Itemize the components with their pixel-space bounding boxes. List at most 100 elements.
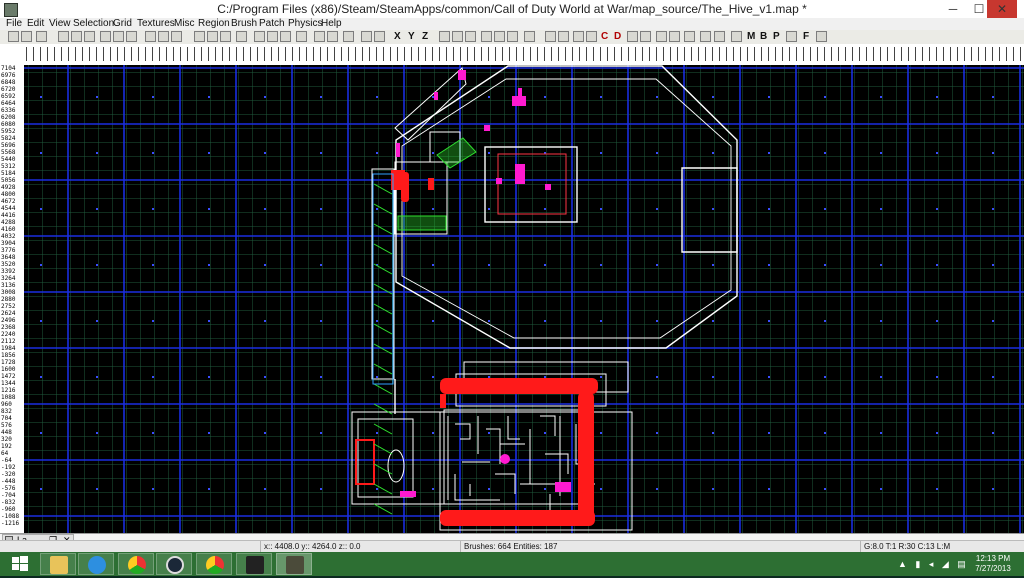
grid-dot bbox=[600, 264, 602, 266]
flip-x-icon[interactable] bbox=[58, 31, 69, 42]
filter-d-button[interactable]: D bbox=[614, 30, 621, 44]
patch-tool-6-icon[interactable] bbox=[507, 31, 518, 42]
ruler-label: 2112 bbox=[1, 338, 16, 345]
filter-4-icon[interactable] bbox=[640, 31, 651, 42]
csg-merge-icon[interactable] bbox=[220, 31, 231, 42]
link-icon[interactable] bbox=[700, 31, 711, 42]
mode-f-button[interactable]: F bbox=[803, 30, 809, 44]
patch-insert-icon[interactable] bbox=[374, 31, 385, 42]
menu-textures[interactable]: Textures bbox=[137, 18, 175, 30]
grid-dot bbox=[544, 96, 546, 98]
ruler-tick bbox=[222, 47, 223, 61]
texture-scale-icon[interactable] bbox=[280, 31, 291, 42]
mode-p-button[interactable]: P bbox=[773, 30, 780, 44]
patch-bend-icon[interactable] bbox=[361, 31, 372, 42]
camera-icon[interactable] bbox=[314, 31, 325, 42]
file-save-icon[interactable] bbox=[36, 31, 47, 42]
texture-window-icon[interactable] bbox=[731, 31, 742, 42]
lock-icon[interactable] bbox=[714, 31, 725, 42]
texture-fit-icon[interactable] bbox=[254, 31, 265, 42]
patch-tool-7-icon[interactable] bbox=[524, 31, 535, 42]
view-z-button[interactable]: Z bbox=[422, 30, 428, 44]
layer-icon[interactable] bbox=[558, 31, 569, 42]
menu-brush[interactable]: Brush bbox=[231, 18, 257, 30]
taskbar: ▲ ▮ ◂ ◢ ▤ 12:13 PM 7/27/2013 bbox=[0, 552, 1024, 576]
ruler-tick bbox=[845, 47, 846, 61]
menu-view[interactable]: View bbox=[49, 18, 71, 30]
patch-tool-2-icon[interactable] bbox=[452, 31, 463, 42]
csg-subtract-icon[interactable] bbox=[194, 31, 205, 42]
ruler-tick bbox=[348, 47, 349, 61]
menu-help[interactable]: Help bbox=[321, 18, 342, 30]
filter-3-icon[interactable] bbox=[627, 31, 638, 42]
patch-tool-3-icon[interactable] bbox=[465, 31, 476, 42]
rotate-z-icon[interactable] bbox=[126, 31, 137, 42]
texture-lock-icon[interactable] bbox=[267, 31, 278, 42]
chrome-icon[interactable] bbox=[118, 553, 154, 575]
arrow-up-icon[interactable] bbox=[669, 31, 680, 42]
filter-2-icon[interactable] bbox=[586, 31, 597, 42]
menu-patch[interactable]: Patch bbox=[259, 18, 285, 30]
view-y-button[interactable]: Y bbox=[408, 30, 415, 44]
filter-1-icon[interactable] bbox=[573, 31, 584, 42]
view-x-button[interactable]: X bbox=[394, 30, 401, 44]
grid-dot bbox=[936, 264, 938, 266]
file-explorer-icon[interactable] bbox=[40, 553, 76, 575]
internet-explorer-icon[interactable] bbox=[78, 553, 114, 575]
view-change-icon[interactable] bbox=[343, 31, 354, 42]
close-button[interactable]: ✕ bbox=[987, 0, 1017, 18]
menu-misc[interactable]: Misc bbox=[174, 18, 195, 30]
title-bar: C:/Program Files (x86)/Steam/SteamApps/c… bbox=[0, 0, 1024, 19]
ruler-tick bbox=[964, 47, 965, 61]
cubic-clip-icon[interactable] bbox=[327, 31, 338, 42]
menu-region[interactable]: Region bbox=[198, 18, 230, 30]
mode-b-button[interactable]: B bbox=[760, 30, 767, 44]
rocket-icon[interactable] bbox=[236, 553, 272, 575]
map-grid[interactable] bbox=[0, 44, 1024, 533]
file-new-icon[interactable] bbox=[8, 31, 19, 42]
grid-dot bbox=[992, 432, 994, 434]
grid-dot bbox=[376, 432, 378, 434]
chrome-window-icon[interactable] bbox=[196, 553, 232, 575]
terrain-icon[interactable] bbox=[816, 31, 827, 42]
flip-z-icon[interactable] bbox=[84, 31, 95, 42]
windows-start-icon[interactable] bbox=[2, 553, 38, 575]
steam-icon[interactable] bbox=[156, 553, 192, 575]
filter-c-button[interactable]: C bbox=[601, 30, 608, 44]
entity-icon[interactable] bbox=[296, 31, 307, 42]
menu-physics[interactable]: Physics bbox=[288, 18, 322, 30]
mode-m-button[interactable]: M bbox=[747, 30, 755, 44]
rotate-y-icon[interactable] bbox=[113, 31, 124, 42]
menu-grid[interactable]: Grid bbox=[113, 18, 132, 30]
flip-y-icon[interactable] bbox=[71, 31, 82, 42]
clock[interactable]: 12:13 PM 7/27/2013 bbox=[964, 554, 1022, 574]
clipper-icon[interactable] bbox=[236, 31, 247, 42]
ruler-label: 2752 bbox=[1, 303, 16, 310]
patch-tool-1-icon[interactable] bbox=[439, 31, 450, 42]
rotate-x-icon[interactable] bbox=[100, 31, 111, 42]
menu-edit[interactable]: Edit bbox=[27, 18, 44, 30]
select-inside-icon[interactable] bbox=[171, 31, 182, 42]
grid-dot bbox=[600, 96, 602, 98]
select-complete-icon[interactable] bbox=[145, 31, 156, 42]
arrow-down-icon[interactable] bbox=[656, 31, 667, 42]
entity-list-icon[interactable] bbox=[545, 31, 556, 42]
select-touching-icon[interactable] bbox=[158, 31, 169, 42]
menu-file[interactable]: File bbox=[6, 18, 22, 30]
patch-tool-5-icon[interactable] bbox=[494, 31, 505, 42]
move-icon[interactable] bbox=[684, 31, 695, 42]
grid-dot bbox=[488, 152, 490, 154]
stair-icon[interactable] bbox=[786, 31, 797, 42]
ruler-tick bbox=[593, 47, 594, 61]
radiant-icon[interactable] bbox=[276, 553, 312, 575]
grid-dot bbox=[320, 264, 322, 266]
system-tray[interactable]: ▲ ▮ ◂ ◢ ▤ bbox=[898, 559, 969, 570]
file-open-icon[interactable] bbox=[21, 31, 32, 42]
ruler-tick bbox=[642, 47, 643, 61]
grid-viewport[interactable]: 7104 6976 6848 6720 6592 6464 6336 6208 6080 5952… bbox=[0, 44, 1024, 533]
ruler-tick bbox=[838, 47, 839, 61]
csg-hollow-icon[interactable] bbox=[207, 31, 218, 42]
ruler-tick bbox=[208, 47, 209, 61]
patch-tool-4-icon[interactable] bbox=[481, 31, 492, 42]
menu-selection[interactable]: Selection bbox=[73, 18, 114, 30]
